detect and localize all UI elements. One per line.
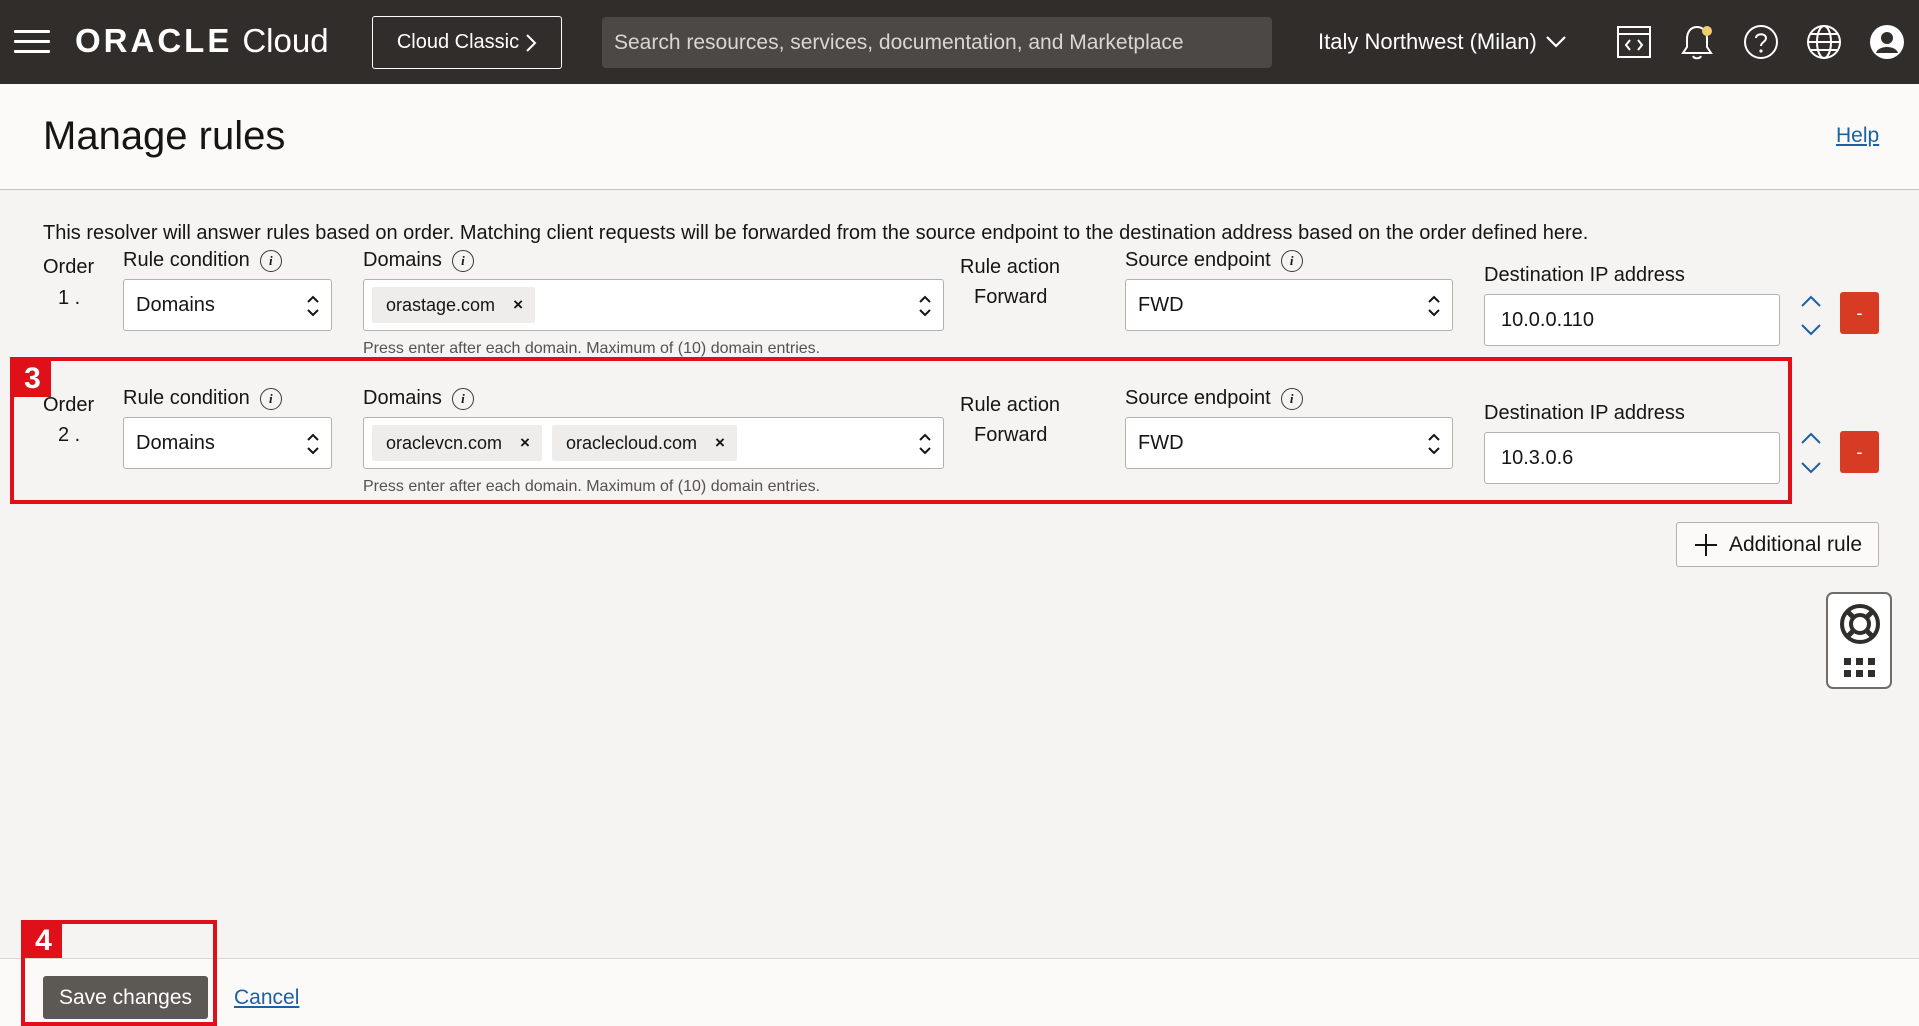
rule-condition-text: Rule condition	[123, 249, 250, 271]
destination-ip-input[interactable]: 10.0.0.110	[1484, 294, 1780, 346]
annotation-badge-4: 4	[25, 924, 62, 958]
cancel-link[interactable]: Cancel	[234, 986, 299, 1010]
help-support-widget[interactable]	[1826, 592, 1892, 689]
oracle-cloud-logo[interactable]: ORACLE Cloud	[75, 22, 329, 62]
domain-chip: orastage.com ×	[372, 287, 535, 323]
info-icon[interactable]: i	[259, 249, 282, 272]
language-globe-icon[interactable]	[1802, 20, 1846, 64]
domains-label: Domains i	[363, 249, 474, 272]
select-arrows-icon	[1428, 295, 1440, 317]
select-arrows-icon	[919, 295, 931, 317]
rule-action-label: Rule action	[960, 256, 1061, 278]
remove-rule-button[interactable]: -	[1840, 431, 1879, 473]
additional-rule-label: Additional rule	[1728, 532, 1863, 556]
rule-condition-select[interactable]: Domains	[123, 279, 332, 331]
source-endpoint-select[interactable]: FWD	[1125, 279, 1453, 331]
annotation-badge-3: 3	[14, 361, 51, 397]
brand-cloud: Cloud	[242, 22, 329, 59]
destination-ip-value: 10.0.0.110	[1501, 308, 1595, 331]
intro-text: This resolver will answer rules based on…	[43, 222, 1589, 244]
cloud-shell-icon[interactable]	[1612, 20, 1656, 64]
additional-rule-button[interactable]: Additional rule	[1676, 522, 1879, 567]
select-arrows-icon	[307, 295, 319, 317]
info-icon[interactable]: i	[451, 249, 474, 272]
region-label: Italy Northwest (Milan)	[1318, 29, 1537, 54]
source-endpoint-text: Source endpoint	[1125, 249, 1271, 271]
info-icon[interactable]: i	[1280, 249, 1303, 272]
move-down-icon[interactable]	[1798, 318, 1824, 340]
move-down-icon[interactable]	[1798, 456, 1824, 478]
order-number: 1 .	[58, 287, 81, 309]
rule-action-value: Forward	[974, 286, 1048, 308]
lifebuoy-icon	[1840, 604, 1880, 644]
chevron-down-icon	[1546, 36, 1566, 48]
source-endpoint-value: FWD	[1138, 293, 1184, 316]
apps-grid-icon	[1844, 658, 1875, 677]
user-avatar-icon[interactable]	[1865, 20, 1909, 64]
search-placeholder: Search resources, services, documentatio…	[614, 30, 1184, 54]
chevron-right-icon	[526, 33, 537, 52]
destination-ip-label: Destination IP address	[1484, 264, 1685, 286]
region-selector[interactable]: Italy Northwest (Milan)	[1318, 25, 1567, 59]
domains-input[interactable]: orastage.com ×	[363, 279, 944, 331]
move-up-icon[interactable]	[1798, 291, 1824, 313]
notifications-bell-icon[interactable]	[1675, 20, 1719, 64]
help-link[interactable]: Help	[1836, 124, 1879, 148]
help-question-icon[interactable]	[1739, 20, 1783, 64]
order-label: Order	[43, 256, 95, 278]
hamburger-menu-icon[interactable]	[14, 30, 50, 54]
domains-text: Domains	[363, 249, 442, 271]
page-title: Manage rules	[43, 114, 286, 158]
brand-oracle: ORACLE	[75, 22, 233, 59]
plus-icon	[1694, 533, 1717, 556]
cloud-classic-button[interactable]: Cloud Classic	[372, 16, 562, 69]
domains-helper-text: Press enter after each domain. Maximum o…	[363, 340, 821, 357]
domain-chip-label: orastage.com	[386, 294, 496, 315]
remove-rule-button[interactable]: -	[1840, 292, 1879, 334]
rule-condition-value: Domains	[136, 293, 215, 316]
rule-condition-label: Rule condition i	[123, 249, 282, 272]
top-navigation-bar: ORACLE Cloud Cloud Classic Search resour…	[0, 0, 1919, 84]
move-up-icon[interactable]	[1798, 428, 1824, 450]
remove-chip-icon[interactable]: ×	[513, 295, 523, 315]
page-header: Manage rules Help	[0, 84, 1919, 190]
cloud-classic-label: Cloud Classic	[396, 31, 520, 53]
highlight-box-rules	[10, 357, 1792, 504]
source-endpoint-label: Source endpoint i	[1125, 249, 1303, 272]
search-input[interactable]: Search resources, services, documentatio…	[602, 17, 1272, 68]
